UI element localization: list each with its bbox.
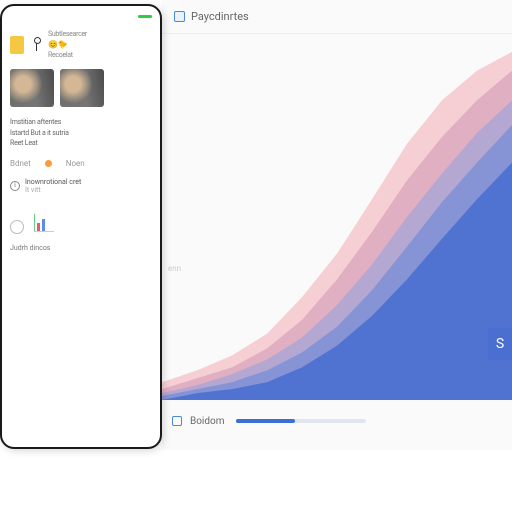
progress-bar[interactable] <box>236 419 366 423</box>
avatar-placeholder-icon[interactable] <box>10 220 24 234</box>
phone-status-bar <box>10 10 152 22</box>
chart-type-icon[interactable] <box>174 11 185 22</box>
app-icon-row[interactable]: Subtlesearcer 😊🐤 Recoelat <box>10 30 152 59</box>
icon-label-block: Subtlesearcer 😊🐤 Recoelat <box>48 30 87 59</box>
tab-strip: Bdnet Noen <box>10 159 152 168</box>
video-thumbnail[interactable] <box>60 69 104 107</box>
person-icon <box>30 37 42 53</box>
thumbnail-row[interactable] <box>10 69 152 107</box>
info-icon: i <box>10 181 20 191</box>
icon-label-1: Subtlesearcer <box>48 30 87 38</box>
icon-label-2: Recoelat <box>48 51 87 59</box>
caption-line: Imstitian aftentes <box>10 117 152 128</box>
footer-text: Judrh dincos <box>10 244 152 252</box>
video-thumbnail[interactable] <box>10 69 54 107</box>
document-icon <box>10 36 24 54</box>
legend-icon[interactable] <box>172 416 182 426</box>
mobile-panel: Subtlesearcer 😊🐤 Recoelat Imstitian afte… <box>0 4 162 449</box>
area-chart[interactable]: enn <box>162 34 512 400</box>
footer-label: Boidom <box>190 416 224 427</box>
chart-footer: Boidom <box>172 406 502 436</box>
emoji-row: 😊🐤 <box>48 40 87 49</box>
caption-block: Imstitian aftentes Istartd But a it sutr… <box>10 117 152 149</box>
y-axis-label: enn <box>168 264 181 273</box>
caption-line: Istartd But a it sutria <box>10 128 152 139</box>
side-badge[interactable]: S <box>488 328 512 360</box>
tab-item[interactable]: Noen <box>66 159 85 168</box>
tab-item[interactable]: Bdnet <box>10 159 31 168</box>
chart-header: Paycdinrtes <box>162 0 512 34</box>
progress-fill <box>236 419 295 423</box>
signal-indicator <box>138 15 152 18</box>
link-subtext: It vitt <box>25 186 81 194</box>
link-row[interactable]: i Inownrotional cret It vitt <box>10 178 152 194</box>
area-chart-svg <box>162 34 512 400</box>
mini-bar-chart <box>34 212 58 232</box>
tab-item[interactable] <box>45 159 52 168</box>
desktop-chart-panel: Paycdinrtes enn S Boidom <box>162 0 512 450</box>
dot-icon <box>45 160 52 167</box>
link-text: Inownrotional cret <box>25 178 81 186</box>
caption-line: Reet Leat <box>10 138 152 149</box>
chart-title: Paycdinrtes <box>191 10 249 23</box>
